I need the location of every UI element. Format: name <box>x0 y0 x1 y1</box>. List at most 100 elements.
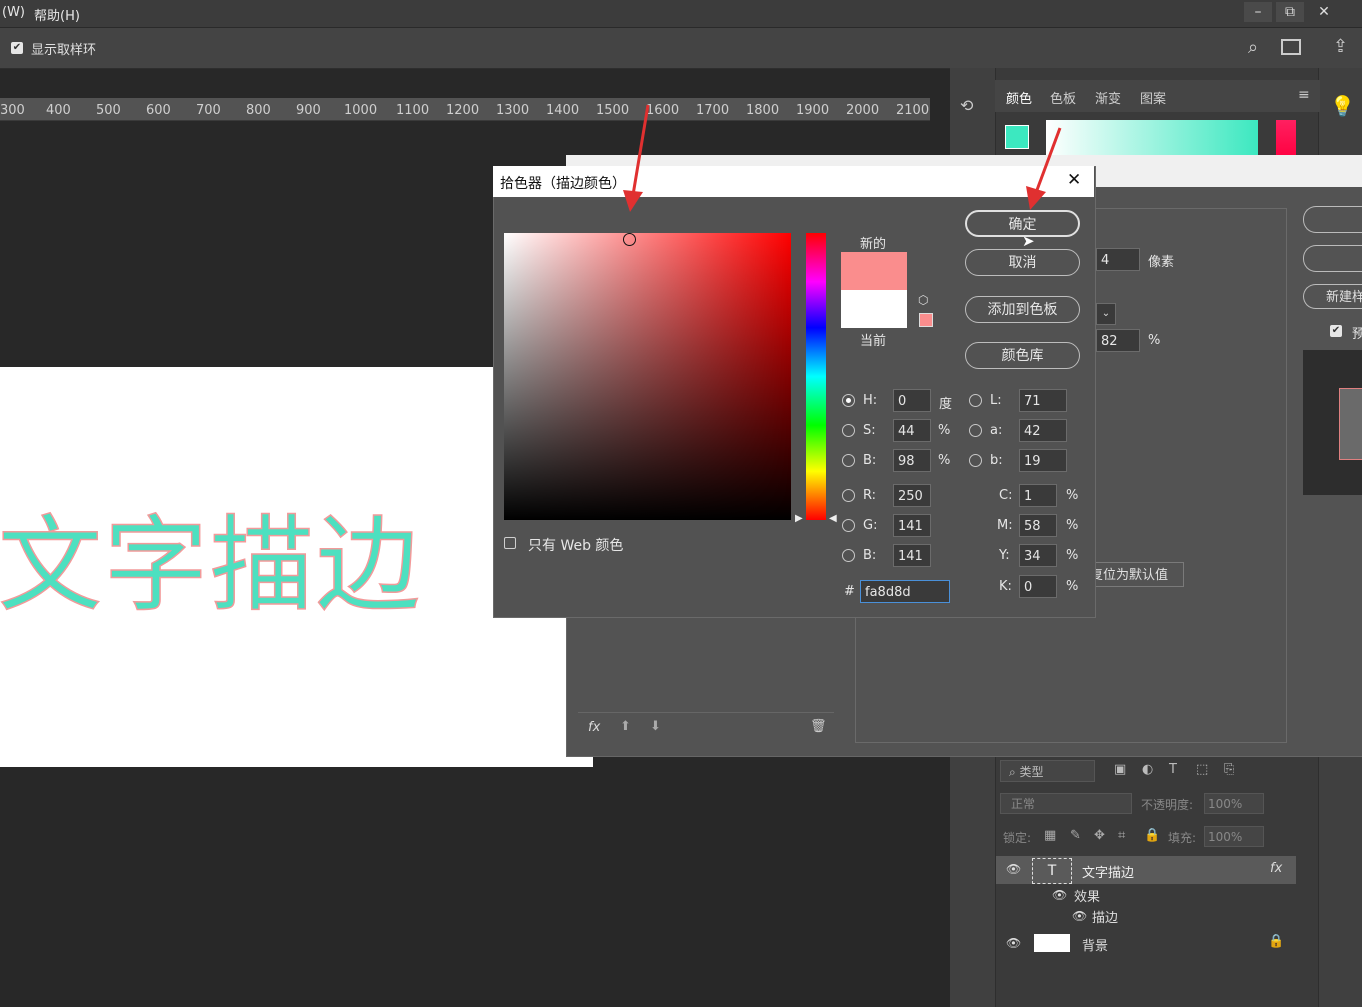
background-thumbnail <box>1034 934 1070 952</box>
hue-right-arrow-icon[interactable]: ◀ <box>829 513 837 524</box>
layer-style-cancel-button[interactable] <box>1303 245 1362 272</box>
panel-menu-icon[interactable]: ≡ <box>1298 87 1310 103</box>
new-color-swatch <box>841 252 907 290</box>
move-down-icon[interactable]: ⬇ <box>650 719 661 734</box>
ruler-tick: 1400 <box>546 103 580 118</box>
field-k[interactable]: 0 <box>1019 575 1057 598</box>
close-window-button[interactable]: ✕ <box>1310 2 1338 22</box>
saturation-brightness-field[interactable] <box>504 233 791 520</box>
field-a[interactable]: 42 <box>1019 419 1067 442</box>
smart-object-filter-icon[interactable]: ⎘ <box>1224 762 1234 777</box>
radio-a[interactable] <box>969 424 982 437</box>
radio-r[interactable] <box>842 489 855 502</box>
lightbulb-icon[interactable]: 💡 <box>1330 94 1355 118</box>
new-color-label: 新的 <box>860 237 887 252</box>
tab-gradient[interactable]: 渐变 <box>1095 88 1121 107</box>
layer-row-background[interactable]: 👁 背景 🔒 <box>996 930 1296 958</box>
restore-button[interactable]: ⧉ <box>1276 2 1304 22</box>
field-r[interactable]: 250 <box>893 484 931 507</box>
layer-stroke-effect-row[interactable]: 👁 描边 <box>996 905 1296 933</box>
text-layer-thumbnail-icon: T <box>1032 858 1072 884</box>
web-only-checkbox[interactable] <box>504 537 516 549</box>
reset-default-button[interactable]: 复位为默认值 <box>1086 562 1184 587</box>
trash-icon[interactable]: 🗑 <box>810 719 827 734</box>
radio-h[interactable] <box>842 394 855 407</box>
shape-filter-icon[interactable]: ⬚ <box>1196 762 1208 777</box>
image-filter-icon[interactable]: ▣ <box>1114 762 1126 777</box>
position-dropdown[interactable]: ⌄ <box>1096 303 1116 325</box>
eye-icon[interactable]: 👁 <box>1072 909 1087 923</box>
eye-icon[interactable]: 👁 <box>1006 862 1021 876</box>
blend-mode-dropdown[interactable]: 正常 <box>1000 793 1132 814</box>
add-to-swatches-button[interactable]: 添加到色板 <box>965 296 1080 323</box>
layer-opacity-field[interactable]: 100% <box>1204 793 1264 814</box>
label-k: K: <box>999 579 1012 594</box>
lock-transparency-icon[interactable]: ▦ <box>1044 828 1056 843</box>
radio-s[interactable] <box>842 424 855 437</box>
lock-artboard-icon[interactable]: ⌗ <box>1118 828 1125 843</box>
canvas-stroked-text: 文字描边 <box>0 503 423 627</box>
unit-percent: % <box>1066 548 1079 563</box>
radio-blue[interactable] <box>842 549 855 562</box>
preview-checkbox[interactable]: ✔ <box>1330 325 1342 337</box>
unit-degree: 度 <box>939 397 953 412</box>
field-m[interactable]: 58 <box>1019 514 1057 537</box>
gamut-cube-icon[interactable]: ⬡ <box>918 293 928 307</box>
menu-help[interactable]: 帮助(H) <box>34 5 80 24</box>
layer-style-ok-button[interactable] <box>1303 206 1362 233</box>
text-filter-icon[interactable]: T <box>1169 762 1177 777</box>
minimize-button[interactable]: – <box>1244 2 1272 22</box>
color-libraries-button[interactable]: 颜色库 <box>965 342 1080 369</box>
field-blue[interactable]: 141 <box>893 544 931 567</box>
hue-left-arrow-icon[interactable]: ▶ <box>795 513 803 524</box>
lock-label: 锁定: <box>1003 831 1032 845</box>
eye-icon[interactable]: 👁 <box>1006 936 1021 950</box>
effects-label: 效果 <box>1074 890 1101 905</box>
stroke-opacity-field[interactable]: 82 <box>1096 329 1140 352</box>
stroke-effect-label: 描边 <box>1092 911 1119 926</box>
stroke-size-field[interactable]: 4 <box>1096 248 1140 271</box>
menu-window[interactable]: (W) <box>2 5 25 20</box>
label-lab-b: b: <box>990 453 1003 468</box>
label-blue: B: <box>863 548 877 563</box>
tab-pattern[interactable]: 图案 <box>1140 88 1166 107</box>
radio-g[interactable] <box>842 519 855 532</box>
opacity-unit-label: % <box>1148 333 1161 348</box>
radio-lab-b[interactable] <box>969 454 982 467</box>
field-b[interactable]: 98 <box>893 449 931 472</box>
hue-bar[interactable] <box>806 233 826 520</box>
layer-filter-dropdown[interactable]: ⌕ 类型 <box>1000 760 1095 782</box>
field-c[interactable]: 1 <box>1019 484 1057 507</box>
share-icon[interactable]: ⇪ <box>1333 36 1348 57</box>
field-g[interactable]: 141 <box>893 514 931 537</box>
radio-b[interactable] <box>842 454 855 467</box>
lock-brush-icon[interactable]: ✎ <box>1070 828 1081 843</box>
fx-icon[interactable]: fx <box>1270 861 1282 876</box>
web-safe-swatch[interactable] <box>919 313 933 327</box>
new-style-button[interactable]: 新建样 <box>1303 284 1362 309</box>
lock-move-icon[interactable]: ✥ <box>1094 828 1105 843</box>
lock-all-icon[interactable]: 🔒 <box>1144 828 1160 843</box>
field-lab-b[interactable]: 19 <box>1019 449 1067 472</box>
layer-row-text[interactable]: 👁 T 文字描边 fx <box>996 856 1296 884</box>
hue-slider[interactable] <box>1276 120 1296 158</box>
fx-icon[interactable]: fx <box>588 720 600 735</box>
color-cursor-icon[interactable] <box>623 233 636 246</box>
field-y[interactable]: 34 <box>1019 544 1057 567</box>
field-l[interactable]: 71 <box>1019 389 1067 412</box>
layer-fill-field[interactable]: 100% <box>1204 826 1264 847</box>
adjustment-filter-icon[interactable]: ◐ <box>1142 762 1153 777</box>
hex-field[interactable]: fa8d8d <box>860 580 950 603</box>
eye-icon[interactable]: 👁 <box>1052 888 1067 902</box>
cancel-button[interactable]: 取消 <box>965 249 1080 276</box>
label-r: R: <box>863 488 877 503</box>
workspace-icon[interactable] <box>1281 39 1301 55</box>
show-sampling-ring-checkbox[interactable]: ✔ <box>11 42 23 54</box>
field-h[interactable]: 0 <box>893 389 931 412</box>
radio-l[interactable] <box>969 394 982 407</box>
field-s[interactable]: 44 <box>893 419 931 442</box>
current-color-swatch[interactable] <box>841 290 907 328</box>
move-up-icon[interactable]: ⬆ <box>620 719 631 734</box>
mouse-cursor-icon: ➤ <box>1022 232 1035 250</box>
search-icon[interactable]: ⌕ <box>1248 37 1258 58</box>
